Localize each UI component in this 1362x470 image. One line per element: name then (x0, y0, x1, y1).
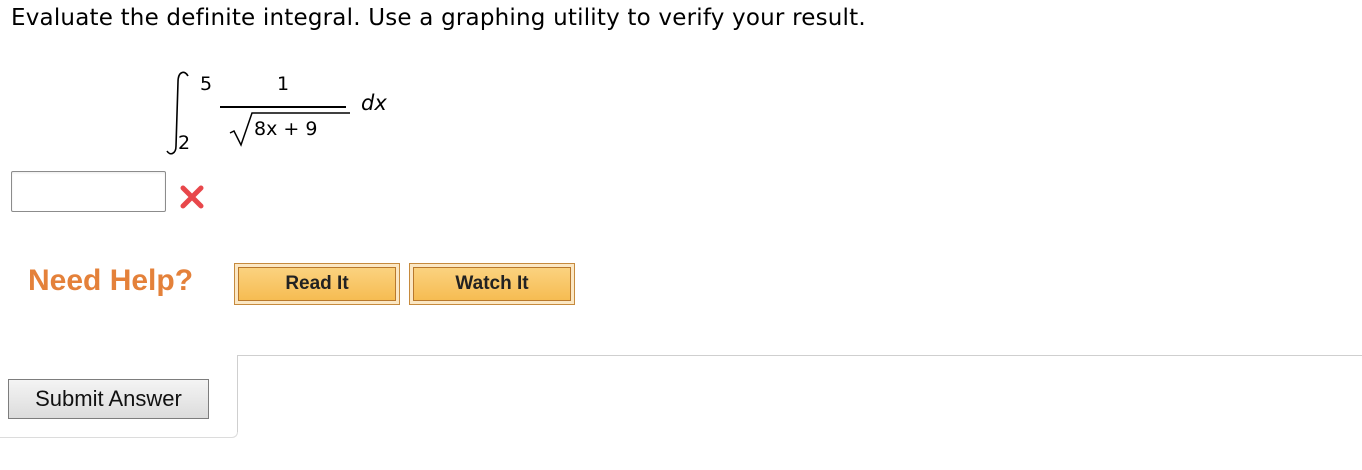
watch-it-button[interactable]: Watch It (409, 263, 575, 305)
question-text: Evaluate the definite integral. Use a gr… (11, 5, 866, 31)
section-divider-corner (0, 432, 238, 438)
answer-input[interactable] (11, 171, 166, 212)
radicand: 8x + 9 (254, 118, 318, 140)
integral-expression: 5 2 1 8x + 9 dx (150, 60, 410, 160)
fraction-numerator: 1 (277, 73, 290, 95)
fraction-bar (220, 106, 346, 108)
question-page: Evaluate the definite integral. Use a gr… (0, 0, 1362, 470)
submit-answer-button[interactable]: Submit Answer (8, 379, 209, 419)
need-help-label: Need Help? (28, 264, 194, 297)
x-mark-icon (180, 185, 204, 209)
differential: dx (361, 91, 387, 115)
section-divider (238, 355, 1362, 356)
read-it-label: Read It (238, 267, 396, 301)
lower-limit: 2 (178, 132, 191, 154)
watch-it-label: Watch It (413, 267, 571, 301)
read-it-button[interactable]: Read It (234, 263, 400, 305)
section-divider-vertical (237, 355, 238, 432)
upper-limit: 5 (200, 73, 213, 95)
